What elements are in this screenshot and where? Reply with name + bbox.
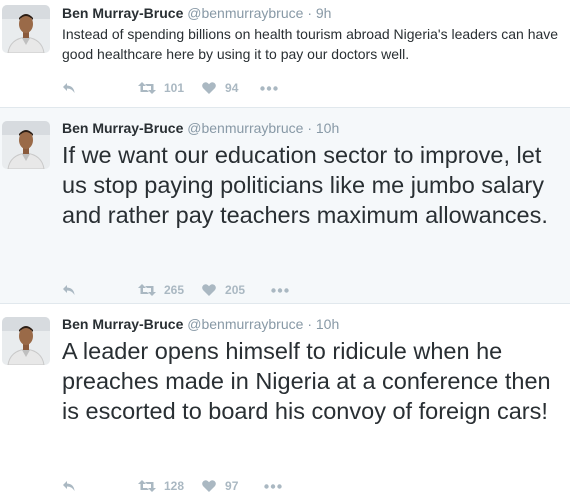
tweet-header: Ben Murray-Bruce @benmurraybruce · 10h: [62, 304, 560, 333]
tweet-header: Ben Murray-Bruce @benmurraybruce · 9h: [62, 0, 560, 22]
timestamp[interactable]: 10h: [316, 120, 339, 136]
retweet-button[interactable]: 128: [138, 479, 184, 493]
tweet-feed: Ben Murray-Bruce @benmurraybruce · 9h In…: [0, 0, 570, 498]
retweet-icon: [138, 284, 156, 296]
tweet-actions: 128 97: [62, 476, 283, 496]
timestamp[interactable]: 9h: [316, 5, 332, 21]
like-button[interactable]: 97: [202, 479, 238, 493]
more-dots-icon: [271, 287, 289, 293]
heart-icon: [202, 284, 216, 296]
like-count: 97: [225, 479, 239, 493]
reply-button[interactable]: [62, 480, 82, 492]
more-dots-icon: [264, 483, 283, 489]
retweet-button[interactable]: 101: [138, 81, 184, 95]
tweet-actions: 265 205: [62, 280, 289, 300]
avatar[interactable]: [2, 121, 50, 169]
heart-icon: [202, 82, 216, 94]
retweet-count: 101: [164, 81, 185, 95]
reply-arrow-icon: [63, 481, 75, 491]
tweet-item[interactable]: Ben Murray-Bruce @benmurraybruce · 9h In…: [0, 0, 570, 108]
tweet-text: A leader opens himself to ridicule when …: [62, 338, 551, 424]
like-count: 205: [225, 283, 246, 297]
more-button[interactable]: [264, 483, 283, 489]
author-handle[interactable]: @benmurraybruce: [187, 316, 303, 332]
author-handle[interactable]: @benmurraybruce: [187, 5, 303, 21]
retweet-count: 128: [164, 479, 185, 493]
more-dots-icon: [260, 85, 279, 91]
tweet-item[interactable]: Ben Murray-Bruce @benmurraybruce · 10h I…: [0, 108, 570, 304]
tweet-text: Instead of spending billions on health t…: [62, 26, 559, 62]
timestamp[interactable]: 10h: [316, 316, 339, 332]
like-count: 94: [225, 81, 239, 95]
author-name[interactable]: Ben Murray-Bruce: [62, 316, 183, 332]
reply-button[interactable]: [62, 284, 82, 296]
retweet-button[interactable]: 265: [138, 283, 184, 297]
reply-arrow-icon: [63, 83, 75, 93]
heart-icon: [202, 480, 216, 492]
separator: ·: [307, 120, 312, 136]
tweet-header: Ben Murray-Bruce @benmurraybruce · 10h: [62, 108, 560, 137]
tweet-text: If we want our education sector to impro…: [62, 142, 548, 228]
avatar[interactable]: [2, 317, 50, 365]
avatar[interactable]: [2, 5, 50, 53]
separator: ·: [307, 316, 312, 332]
like-button[interactable]: 205: [202, 283, 245, 297]
tweet-actions: 101 94: [62, 78, 279, 98]
like-button[interactable]: 94: [202, 81, 238, 95]
author-name[interactable]: Ben Murray-Bruce: [62, 5, 183, 21]
author-name[interactable]: Ben Murray-Bruce: [62, 120, 183, 136]
more-button[interactable]: [260, 85, 279, 91]
separator: ·: [307, 5, 312, 21]
retweet-count: 265: [164, 283, 185, 297]
tweet-item[interactable]: Ben Murray-Bruce @benmurraybruce · 10h A…: [0, 304, 570, 498]
author-handle[interactable]: @benmurraybruce: [187, 120, 303, 136]
retweet-icon: [138, 82, 156, 94]
reply-arrow-icon: [63, 285, 75, 295]
retweet-icon: [138, 480, 156, 492]
more-button[interactable]: [271, 287, 289, 293]
reply-button[interactable]: [62, 82, 82, 94]
